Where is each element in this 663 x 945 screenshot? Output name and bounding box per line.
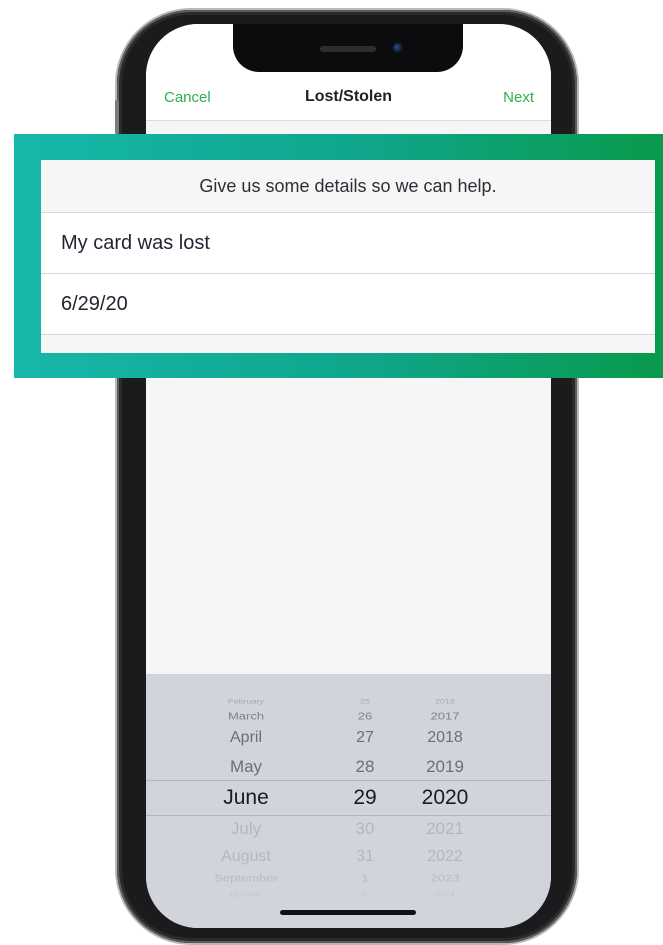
picker-year-item[interactable]: 2016 — [435, 697, 455, 705]
date-field[interactable]: 6/29/20 — [41, 274, 655, 335]
picker-day-item[interactable]: 28 — [356, 757, 375, 777]
reason-field-value: My card was lost — [61, 231, 210, 254]
picker-day-item[interactable]: 27 — [356, 729, 374, 747]
picker-day-item[interactable]: 29 — [353, 786, 376, 810]
reason-field[interactable]: My card was lost — [41, 213, 655, 274]
picker-month-item[interactable]: March — [228, 710, 264, 721]
picker-month-item[interactable]: October — [230, 890, 262, 898]
picker-day-item[interactable]: 2 — [362, 890, 367, 898]
picker-month-item[interactable]: April — [230, 729, 262, 747]
picker-month-item[interactable]: September — [214, 872, 278, 883]
next-button[interactable]: Next — [503, 89, 534, 106]
form-header: Give us some details so we can help. — [41, 160, 655, 213]
picker-year-item[interactable]: 2021 — [426, 819, 464, 839]
picker-month-item[interactable]: June — [223, 786, 269, 810]
picker-selection-top-line — [146, 780, 551, 781]
home-indicator — [280, 910, 416, 915]
picker-month-item[interactable]: August — [221, 848, 271, 866]
picker-selection-bottom-line — [146, 815, 551, 816]
picker-month-item[interactable]: May — [230, 757, 262, 777]
picker-month-item[interactable]: February — [228, 697, 264, 705]
picker-year-item[interactable]: 2017 — [431, 710, 460, 721]
picker-year-item[interactable]: 2024 — [435, 890, 455, 898]
picker-year-item[interactable]: 2020 — [422, 786, 469, 810]
picker-year-item[interactable]: 2023 — [431, 872, 460, 883]
speaker-grille — [320, 46, 376, 52]
picker-year-item[interactable]: 2019 — [426, 757, 464, 777]
picker-day-item[interactable]: 31 — [356, 848, 374, 866]
front-camera-icon — [393, 43, 403, 53]
picker-year-item[interactable]: 2022 — [427, 848, 463, 866]
silent-switch — [115, 100, 119, 134]
date-field-value: 6/29/20 — [61, 292, 128, 315]
picker-month-item[interactable]: July — [231, 819, 261, 839]
page-title: Lost/Stolen — [304, 88, 393, 105]
picker-day-item[interactable]: 30 — [356, 819, 375, 839]
picker-day-item[interactable]: 1 — [361, 872, 368, 883]
picker-day-item[interactable]: 26 — [358, 710, 372, 721]
picker-day-item[interactable]: 25 — [360, 697, 370, 705]
date-picker[interactable]: February March April May June July August Septe… — [146, 674, 551, 928]
details-form-panel: Give us some details so we can help. My … — [41, 160, 655, 353]
picker-year-item[interactable]: 2018 — [427, 729, 463, 747]
